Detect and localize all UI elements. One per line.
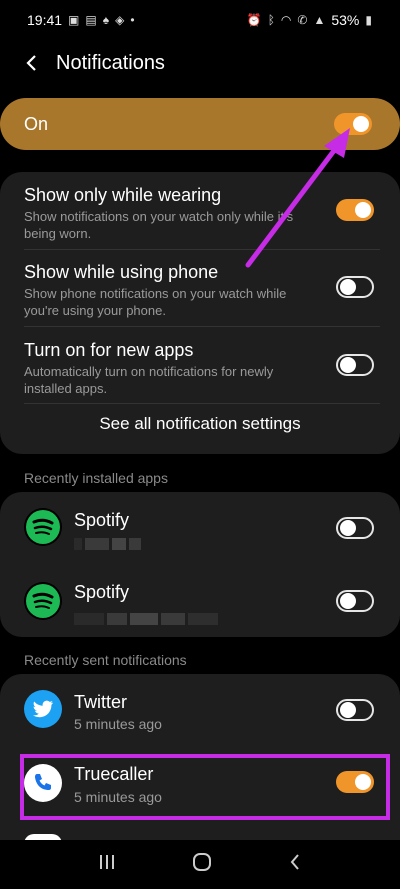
annotation-highlight-box [20, 754, 390, 820]
back-icon[interactable] [22, 54, 40, 72]
switch-knob [340, 702, 356, 718]
bluetooth-icon: ᛒ [267, 13, 275, 27]
section-label-recently-sent: Recently sent notifications [24, 652, 187, 668]
see-all-notification-settings-button[interactable]: See all notification settings [0, 414, 400, 434]
section-label-recently-installed: Recently installed apps [24, 470, 168, 486]
battery-icon: ▮ [365, 13, 372, 27]
divider [24, 326, 380, 327]
app-name: Spotify [74, 582, 130, 602]
gallery-icon: ▣ [68, 13, 80, 27]
switch-knob [353, 116, 369, 132]
back-nav-icon[interactable] [288, 853, 302, 876]
switch-knob [340, 357, 356, 373]
switch-knob [340, 279, 356, 295]
toggle-spotify-1[interactable] [336, 517, 374, 539]
setting-title: Show while using phone [24, 262, 219, 282]
photo-icon: ▤ [85, 13, 97, 27]
alarm-icon: ⏰ [246, 13, 262, 27]
status-left: 19:41 ▣ ▤ ♠ ◈ • [27, 12, 135, 28]
setting-title: Show only while wearing [24, 185, 222, 205]
master-toggle-switch[interactable] [334, 113, 372, 135]
app-sub-blurred [74, 538, 141, 550]
spotify-icon [24, 508, 62, 546]
dot-icon: • [130, 13, 135, 27]
app-sub-blurred [74, 613, 218, 625]
app-sub: 5 minutes ago [74, 716, 162, 732]
master-toggle-row[interactable]: On [0, 98, 400, 150]
battery-text: 53% [331, 12, 360, 28]
header: Notifications [0, 42, 400, 84]
setting-desc: Show phone notifications on your watch w… [24, 286, 287, 318]
wifi-icon: ◠ [280, 13, 292, 27]
toggle-turn-on-for-new-apps[interactable] [336, 354, 374, 376]
twitter-bird-icon [24, 690, 62, 728]
master-toggle-label: On [24, 113, 49, 134]
toggle-spotify-2[interactable] [336, 590, 374, 612]
app-name: Twitter [74, 692, 128, 712]
app-name: Spotify [74, 510, 130, 530]
status-bar: 19:41 ▣ ▤ ♠ ◈ • ⏰ ᛒ ◠ ✆ ▲ 53% ▮ [0, 0, 400, 40]
switch-knob [355, 202, 371, 218]
divider [24, 403, 380, 404]
recents-icon[interactable] [98, 853, 116, 876]
switch-knob [340, 520, 356, 536]
status-right: ⏰ ᛒ ◠ ✆ ▲ 53% ▮ [247, 12, 372, 28]
call-icon: ✆ [297, 13, 308, 27]
signal-icon: ▲ [313, 13, 326, 27]
toggle-twitter[interactable] [336, 699, 374, 721]
spotify-icon [24, 582, 62, 620]
setting-desc: Automatically turn on notifications for … [24, 364, 274, 396]
switch-knob [340, 593, 356, 609]
page-title: Notifications [56, 51, 165, 74]
setting-desc: Show notifications on your watch only wh… [24, 209, 294, 241]
status-time: 19:41 [27, 12, 63, 28]
navigation-bar [0, 840, 400, 889]
divider [24, 249, 380, 250]
toggle-show-while-using-phone[interactable] [336, 276, 374, 298]
twitter-icon: ♠ [102, 13, 110, 27]
setting-title: Turn on for new apps [24, 340, 194, 360]
toggle-show-while-wearing[interactable] [336, 199, 374, 221]
home-icon[interactable] [192, 852, 212, 877]
shield-icon: ◈ [115, 13, 125, 27]
